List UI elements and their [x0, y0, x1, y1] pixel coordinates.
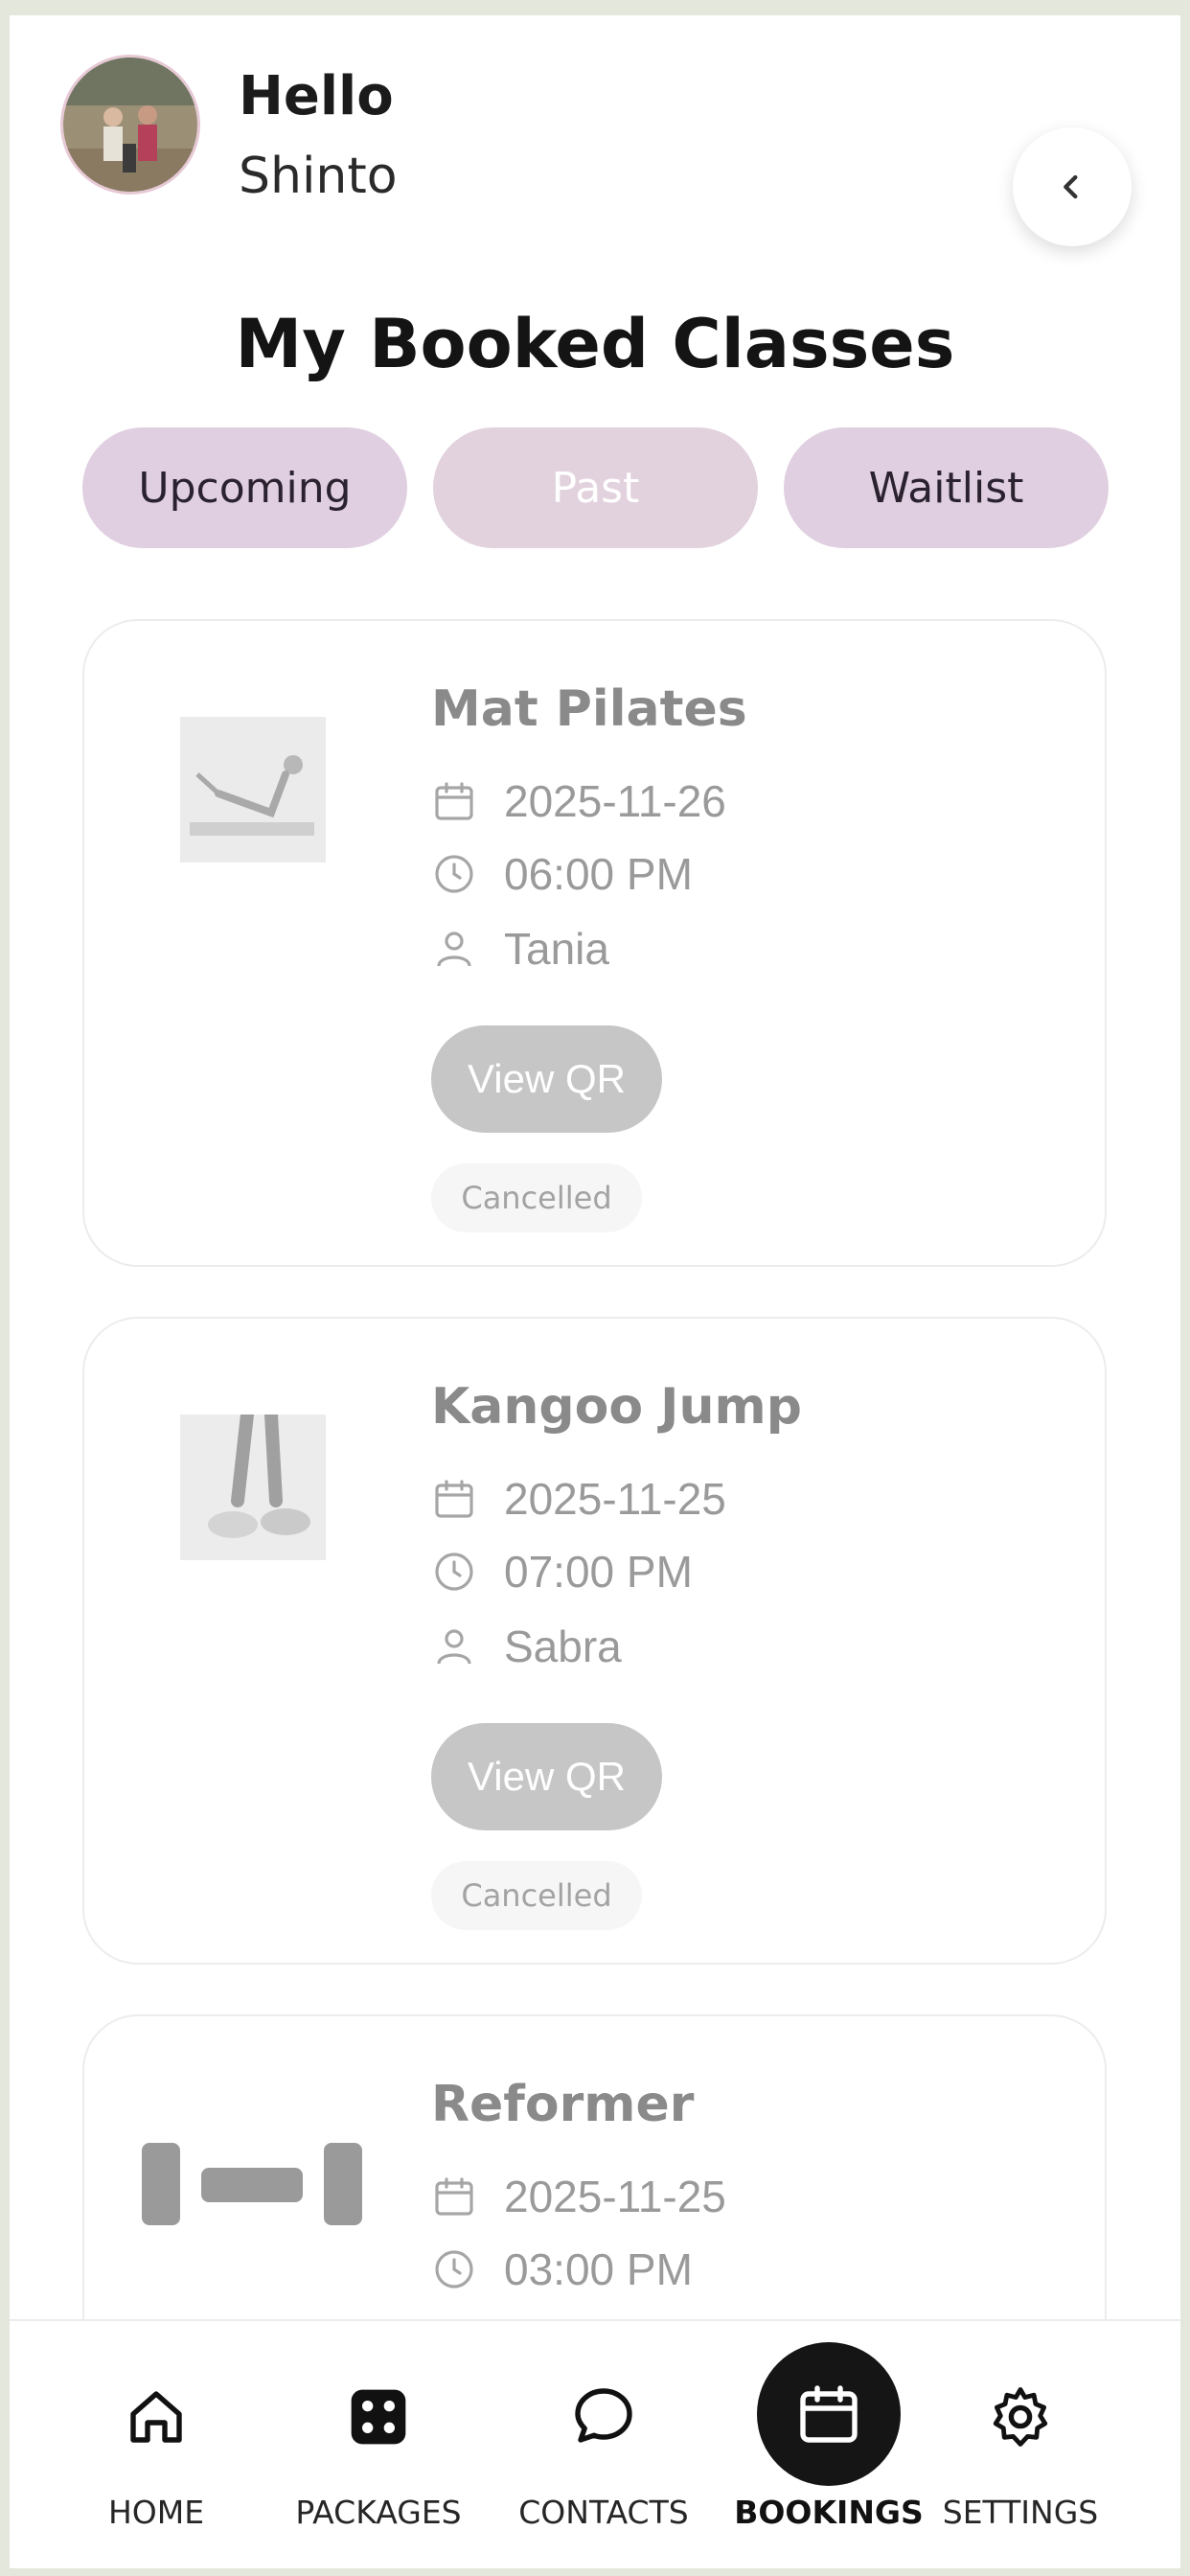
time-row: 06:00 PM — [431, 845, 693, 903]
nav-label: HOME — [107, 2494, 205, 2531]
calendar-icon — [435, 1480, 473, 1518]
instructor-name: Sabra — [504, 1622, 622, 1671]
instructor-row: Tania — [431, 920, 609, 978]
calendar-icon — [800, 2385, 858, 2443]
gear-icon — [982, 2379, 1059, 2455]
nav-item-settings[interactable]: SETTINGS — [915, 2321, 1126, 2568]
class-time: 07:00 PM — [504, 1547, 693, 1597]
calendar-icon — [435, 782, 473, 820]
clock-icon — [435, 855, 473, 893]
nav-label: SETTINGS — [942, 2494, 1099, 2531]
class-time: 06:00 PM — [504, 849, 693, 899]
chevron-left-icon — [1064, 174, 1078, 199]
class-thumbnail — [180, 1414, 326, 1560]
avatar-photo — [63, 58, 197, 192]
view-qr-button[interactable]: View QR — [431, 1723, 662, 1830]
back-button[interactable] — [1013, 127, 1132, 246]
nav-item-packages[interactable]: PACKAGES — [273, 2321, 484, 2568]
person-icon — [437, 932, 471, 967]
instructor-row: Sabra — [431, 1618, 622, 1675]
class-thumbnail — [180, 717, 326, 862]
class-name: Mat Pilates — [431, 680, 747, 738]
clock-icon — [435, 1552, 473, 1591]
greeting-text: Hello — [239, 65, 394, 127]
chat-icon — [565, 2379, 642, 2455]
status-badge: Cancelled — [431, 1163, 642, 1232]
nav-item-bookings[interactable]: BOOKINGS — [723, 2321, 934, 2568]
clock-icon — [435, 2250, 473, 2288]
booking-card[interactable]: Mat Pilates 2025-11-26 06:00 PM Tania Vi… — [82, 619, 1107, 1267]
tab-waitlist[interactable]: Waitlist — [784, 427, 1109, 548]
nav-label: BOOKINGS — [734, 2494, 924, 2531]
avatar[interactable] — [60, 55, 200, 195]
tab-upcoming[interactable]: Upcoming — [82, 427, 407, 548]
nav-label: PACKAGES — [295, 2494, 462, 2531]
date-row: 2025-11-26 — [431, 772, 726, 830]
instructor-name: Tania — [504, 924, 609, 974]
tab-past[interactable]: Past — [433, 427, 758, 548]
home-icon — [118, 2379, 195, 2455]
nav-item-home[interactable]: HOME — [51, 2321, 262, 2568]
page-title: My Booked Classes — [235, 305, 955, 383]
nav-label: CONTACTS — [518, 2494, 689, 2531]
calendar-icon — [435, 2177, 473, 2216]
view-qr-button[interactable]: View QR — [431, 1025, 662, 1133]
date-row: 2025-11-25 — [431, 1470, 726, 1528]
class-date: 2025-11-26 — [504, 776, 726, 826]
active-indicator — [757, 2342, 901, 2486]
booking-card[interactable]: Kangoo Jump 2025-11-25 07:00 PM Sabra Vi… — [82, 1317, 1107, 1965]
class-name: Reformer — [431, 2076, 695, 2133]
time-row: 07:00 PM — [431, 1543, 693, 1600]
grid-icon — [340, 2379, 417, 2455]
class-time: 03:00 PM — [504, 2244, 693, 2294]
class-date: 2025-11-25 — [504, 2172, 726, 2221]
time-row: 03:00 PM — [431, 2241, 693, 2298]
nav-item-contacts[interactable]: CONTACTS — [498, 2321, 709, 2568]
user-name: Shinto — [239, 148, 398, 205]
status-badge: Cancelled — [431, 1861, 642, 1930]
app-screen: Hello Shinto My Booked Classes Upcoming … — [10, 15, 1180, 2568]
dumbbell-icon — [142, 2141, 362, 2227]
class-date: 2025-11-25 — [504, 1474, 726, 1524]
date-row: 2025-11-25 — [431, 2168, 726, 2225]
class-name: Kangoo Jump — [431, 1378, 802, 1436]
person-icon — [437, 1629, 471, 1665]
bottom-nav: HOME PACKAGES CONTACTS BOOKINGS SETTINGS — [10, 2319, 1180, 2568]
